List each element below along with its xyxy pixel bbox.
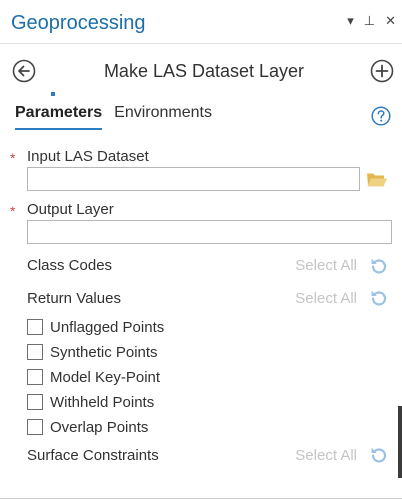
scrollbar-thumb[interactable] xyxy=(398,406,402,478)
overlap-points-checkbox[interactable] xyxy=(27,419,43,435)
unflagged-points-label: Unflagged Points xyxy=(50,318,165,336)
unflagged-points-checkbox[interactable] xyxy=(27,319,43,335)
reset-undo-icon[interactable] xyxy=(369,445,389,465)
tab-bar: Parameters Environments xyxy=(15,104,212,130)
required-marker: * xyxy=(10,150,16,166)
surface-constraints-select-all[interactable]: Select All xyxy=(295,447,357,464)
options-menu-icon[interactable]: ▾ xyxy=(347,13,354,29)
input-las-dataset-label: Input LAS Dataset xyxy=(27,148,149,165)
model-key-point-checkbox[interactable] xyxy=(27,369,43,385)
output-layer-field[interactable] xyxy=(27,220,392,244)
withheld-points-checkbox-row[interactable]: Withheld Points xyxy=(27,392,154,412)
folder-open-icon[interactable] xyxy=(366,170,388,188)
pin-icon[interactable]: ⊥ xyxy=(364,13,375,29)
pane-titlebar: Geoprocessing ▾ ⊥ ✕ xyxy=(0,0,402,44)
return-values-label: Return Values xyxy=(27,290,121,307)
withheld-points-label: Withheld Points xyxy=(50,393,155,411)
required-marker: * xyxy=(10,203,16,219)
synthetic-points-checkbox[interactable] xyxy=(27,344,43,360)
synthetic-points-checkbox-row[interactable]: Synthetic Points xyxy=(27,342,158,362)
tab-parameters[interactable]: Parameters xyxy=(15,104,103,130)
input-las-dataset-field[interactable] xyxy=(27,167,360,191)
help-circle-icon[interactable] xyxy=(371,106,391,126)
tab-environments[interactable]: Environments xyxy=(114,104,212,126)
return-values-select-all[interactable]: Select All xyxy=(295,290,357,307)
progress-indicator xyxy=(51,92,55,96)
class-codes-select-all[interactable]: Select All xyxy=(295,257,357,274)
overlap-points-label: Overlap Points xyxy=(50,418,149,436)
unflagged-points-checkbox-row[interactable]: Unflagged Points xyxy=(27,317,164,337)
synthetic-points-label: Synthetic Points xyxy=(50,343,158,361)
reset-undo-icon[interactable] xyxy=(369,288,389,308)
withheld-points-checkbox[interactable] xyxy=(27,394,43,410)
class-codes-label: Class Codes xyxy=(27,257,113,274)
add-circle-icon[interactable] xyxy=(370,59,394,83)
reset-undo-icon[interactable] xyxy=(369,256,389,276)
titlebar-divider xyxy=(0,43,402,44)
pane-title: Geoprocessing xyxy=(11,12,146,34)
surface-constraints-label: Surface Constraints xyxy=(27,447,159,464)
tool-title: Make LAS Dataset Layer xyxy=(103,61,305,81)
output-layer-label: Output Layer xyxy=(27,201,114,218)
model-key-point-checkbox-row[interactable]: Model Key-Point xyxy=(27,367,160,387)
model-key-point-label: Model Key-Point xyxy=(50,368,161,386)
close-icon[interactable]: ✕ xyxy=(385,13,396,29)
overlap-points-checkbox-row[interactable]: Overlap Points xyxy=(27,417,148,437)
window-controls: ▾ ⊥ ✕ xyxy=(347,13,396,29)
tool-header: Make LAS Dataset Layer xyxy=(0,52,402,90)
